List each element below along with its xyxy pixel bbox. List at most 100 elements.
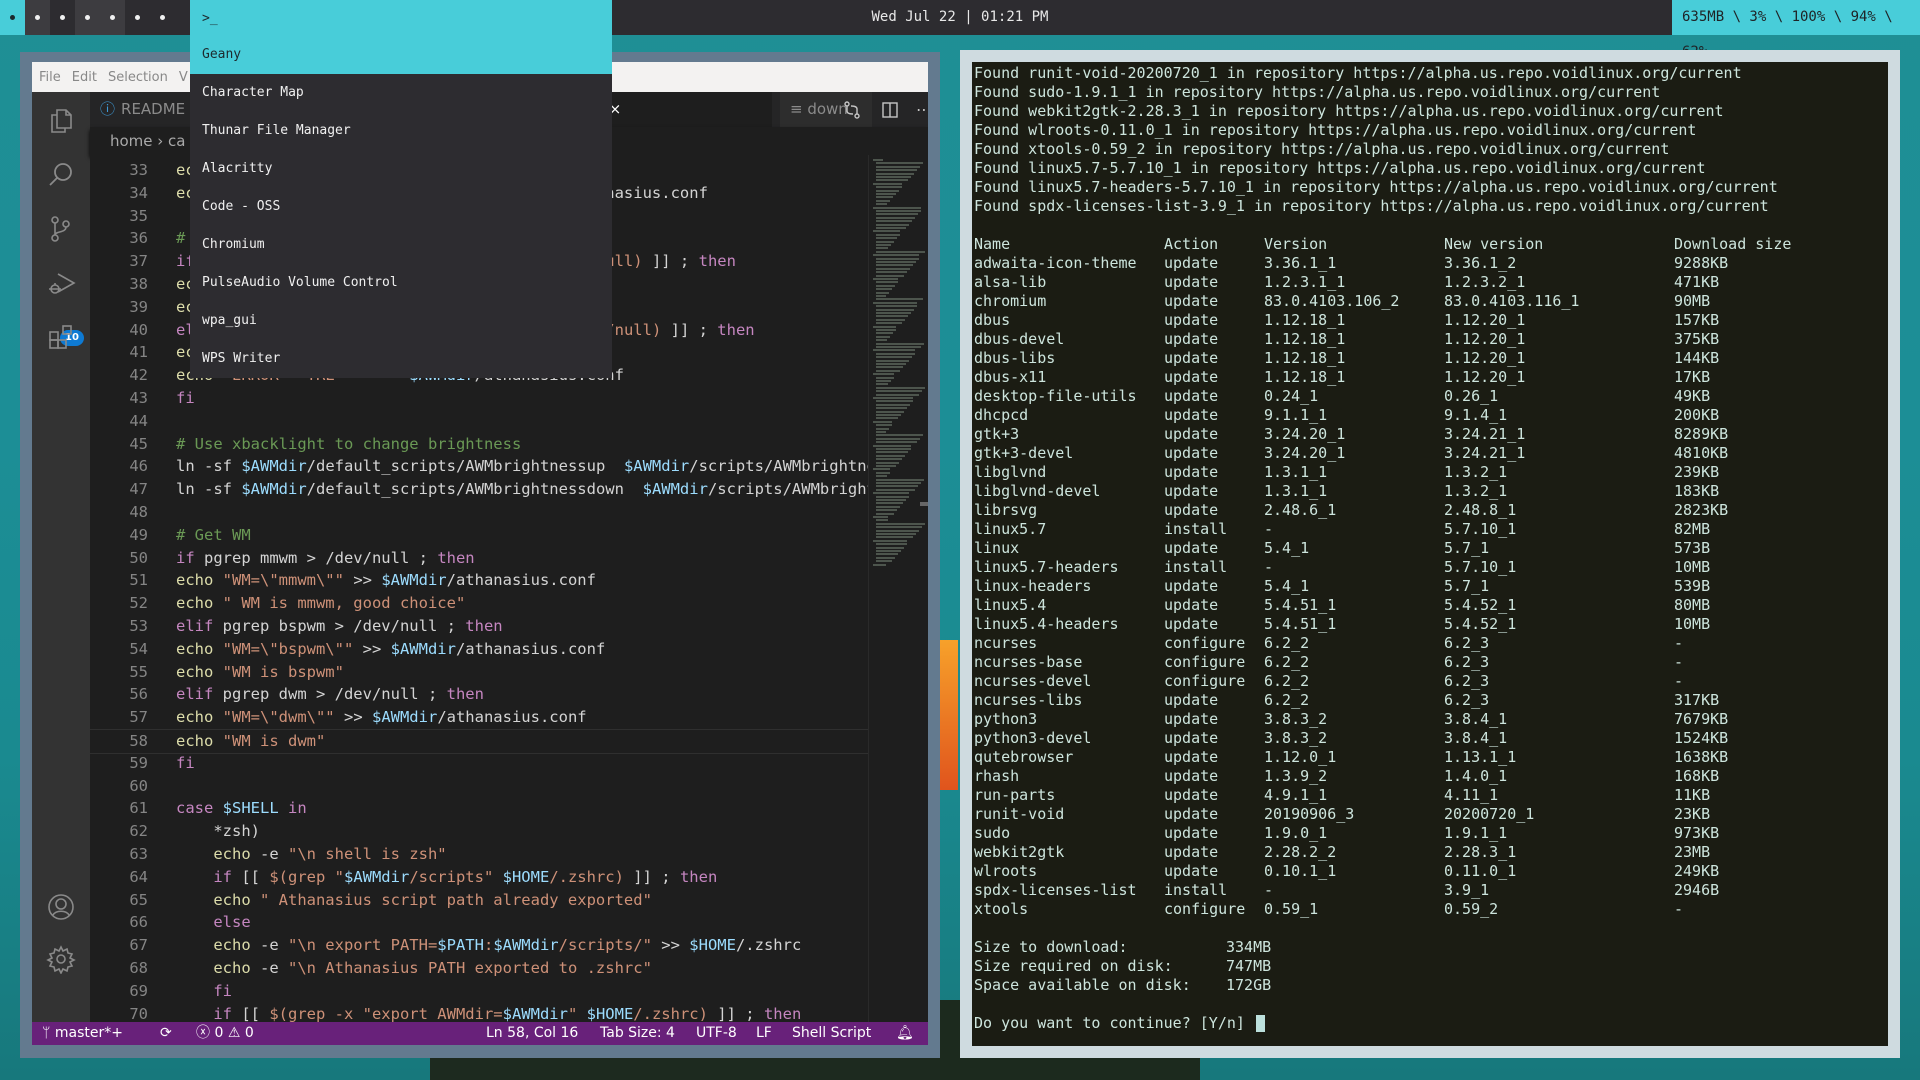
launcher-item[interactable]: Alacritty [190,150,612,188]
code-line[interactable]: 55 echo "WM is bspwm" [90,661,868,684]
minimap[interactable] [868,155,928,1022]
code-line[interactable]: 58 echo "WM is dwm" [90,729,868,754]
sync-icon[interactable]: ⟳ [160,1022,172,1045]
notifications-bell-icon[interactable]: 🔔︎ [896,1022,914,1045]
launcher-item[interactable]: PulseAudio Volume Control [190,264,612,302]
app-launcher: >_ Geany Character Map Thunar File Manager… [190,0,612,378]
menu-file[interactable]: File [39,70,61,85]
source-control-icon[interactable] [46,214,76,244]
code-line[interactable]: 44 [90,410,868,433]
table-header: Name Action Version New version Download siz… [974,235,1874,254]
code-line[interactable]: 50 if pgrep mmwm > /dev/null ; then [90,547,868,570]
table-cell: 1.13.1_1 [1444,748,1517,766]
code-line[interactable]: 43 fi [90,387,868,410]
code-line[interactable]: 63 echo -e "\n shell is zsh" [90,843,868,866]
code-line[interactable]: 49 # Get WM [90,524,868,547]
language-mode[interactable]: Shell Script [792,1022,871,1045]
code-line[interactable]: 56 elif pgrep dwm > /dev/null ; then [90,683,868,706]
menu-edit[interactable]: Edit [72,70,97,85]
code-line[interactable]: 45 # Use xbacklight to change brightness [90,433,868,456]
minimap-line [876,172,914,175]
minimap-line [876,560,892,563]
code-line[interactable]: 66 else [90,911,868,934]
table-cell: 3.8.4_1 [1444,729,1508,747]
encoding[interactable]: UTF-8 [696,1022,737,1045]
table-cell: 0.24_1 [1264,387,1319,405]
search-icon[interactable] [46,160,76,190]
launcher-item[interactable]: Geany [190,36,612,74]
launcher-item[interactable]: Character Map [190,74,612,112]
minimap-line [876,295,886,297]
summary-line: Size required on disk: 747MB [974,957,1574,976]
code-line[interactable]: 48 [90,501,868,524]
table-row: librsvg update 2.48.6_1 2.48.8_1 2823KB [974,501,1874,520]
code-line[interactable]: 69 fi [90,980,868,1003]
minimap-line [876,458,902,461]
launcher-item[interactable]: Thunar File Manager [190,112,612,150]
table-row: linux update 5.4_1 5.7_1 573B [974,539,1874,558]
table-cell: configure [1164,634,1246,652]
code-line[interactable]: 53 elif pgrep bspwm > /dev/null ; then [90,615,868,638]
minimap-line [873,301,917,304]
problems-status[interactable]: ⓧ 0 ⚠ 0 [196,1022,254,1045]
code-line[interactable]: 60 [90,775,868,798]
terminal-output-line: Found wlroots-0.11.0_1 in repository htt… [974,121,1697,139]
cursor-position[interactable]: Ln 58, Col 16 [486,1022,578,1045]
settings-gear-icon[interactable] [46,944,76,974]
explorer-icon[interactable] [46,106,76,136]
code-text: if pgrep mmwm > /dev/null ; then [176,548,475,567]
terminal[interactable]: Found runit-void-20200720_1 in repositor… [972,62,1888,1046]
code-line[interactable]: 51 echo "WM=\"mmwm\"" >> $AWMdir/athanasi… [90,569,868,592]
menu-selection[interactable]: Selection [108,70,168,85]
code-line[interactable]: 46 ln -sf $AWMdir/default_scripts/AWMbrig… [90,455,868,478]
open-changes-icon[interactable] [842,100,862,120]
launcher-item[interactable]: wpa_gui [190,302,612,340]
line-ending[interactable]: LF [756,1022,772,1045]
minimap-line [876,369,900,372]
scrollbar-thumb[interactable] [920,502,928,506]
minimap-line [876,312,911,314]
table-cell: librsvg [974,501,1038,519]
more-actions-icon[interactable]: ⋯ [916,92,928,127]
line-number: 52 [129,594,148,613]
table-cell: 4.9.1_1 [1264,786,1328,804]
minimap-line [876,363,906,365]
table-cell: 5.7_1 [1444,539,1490,557]
split-editor-icon[interactable] [880,100,900,120]
code-line[interactable]: 47 ln -sf $AWMdir/default_scripts/AWMbrig… [90,478,868,501]
confirm-prompt[interactable]: Do you want to continue? [Y/n] [974,1014,1265,1033]
code-line[interactable]: 62 *zsh) [90,820,868,843]
line-number: 55 [129,662,148,681]
code-line[interactable]: 68 echo -e "\n Athanasius PATH exported … [90,957,868,980]
table-row: dbus-devel update 1.12.18_1 1.12.20_1 375KB [974,330,1874,349]
terminal-output-line: Found runit-void-20200720_1 in repositor… [974,64,1742,82]
launcher-item[interactable]: Chromium [190,226,612,264]
table-row: wlroots update 0.10.1_1 0.11.0_1 249KB [974,862,1874,881]
extensions-icon[interactable] [46,322,76,352]
table-cell: 5.7_1 [1444,577,1490,595]
table-cell: 0.26_1 [1444,387,1499,405]
tab-size[interactable]: Tab Size: 4 [600,1022,675,1045]
launcher-item[interactable]: WPS Writer [190,340,612,378]
line-number: 62 [129,822,148,841]
code-line[interactable]: 65 echo " Athanasius script path already… [90,889,868,912]
account-icon[interactable] [46,892,76,922]
code-line[interactable]: 70 if [[ $(grep -x "export AWMdir=$AWMdi… [90,1003,868,1022]
run-debug-icon[interactable] [46,268,76,298]
code-line[interactable]: 64 if [[ $(grep "$AWMdir/scripts" $HOME/… [90,866,868,889]
code-line[interactable]: 59 fi [90,752,868,775]
table-row: gtk+3 update 3.24.20_1 3.24.21_1 8289KB [974,425,1874,444]
branch-status[interactable]: ᛘ master*+ [42,1022,123,1045]
table-cell: - [1264,558,1274,576]
code-line[interactable]: 67 echo -e "\n export PATH=$PATH:$AWMdir… [90,934,868,957]
line-number: 36 [129,229,148,248]
launcher-item[interactable]: Code - OSS [190,188,612,226]
code-line[interactable]: 57 echo "WM=\"dwm\"" >> $AWMdir/athanasiu… [90,706,868,729]
code-line[interactable]: 54 echo "WM=\"bspwm\"" >> $AWMdir/athanas… [90,638,868,661]
menu-view[interactable]: V [179,70,188,85]
line-number: 56 [129,685,148,704]
table-cell: 5.4_1 [1264,539,1310,557]
code-line[interactable]: 61 case $SHELL in [90,797,868,820]
code-line[interactable]: 52 echo " WM is mmwm, good choice" [90,592,868,615]
line-number: 45 [129,434,148,453]
